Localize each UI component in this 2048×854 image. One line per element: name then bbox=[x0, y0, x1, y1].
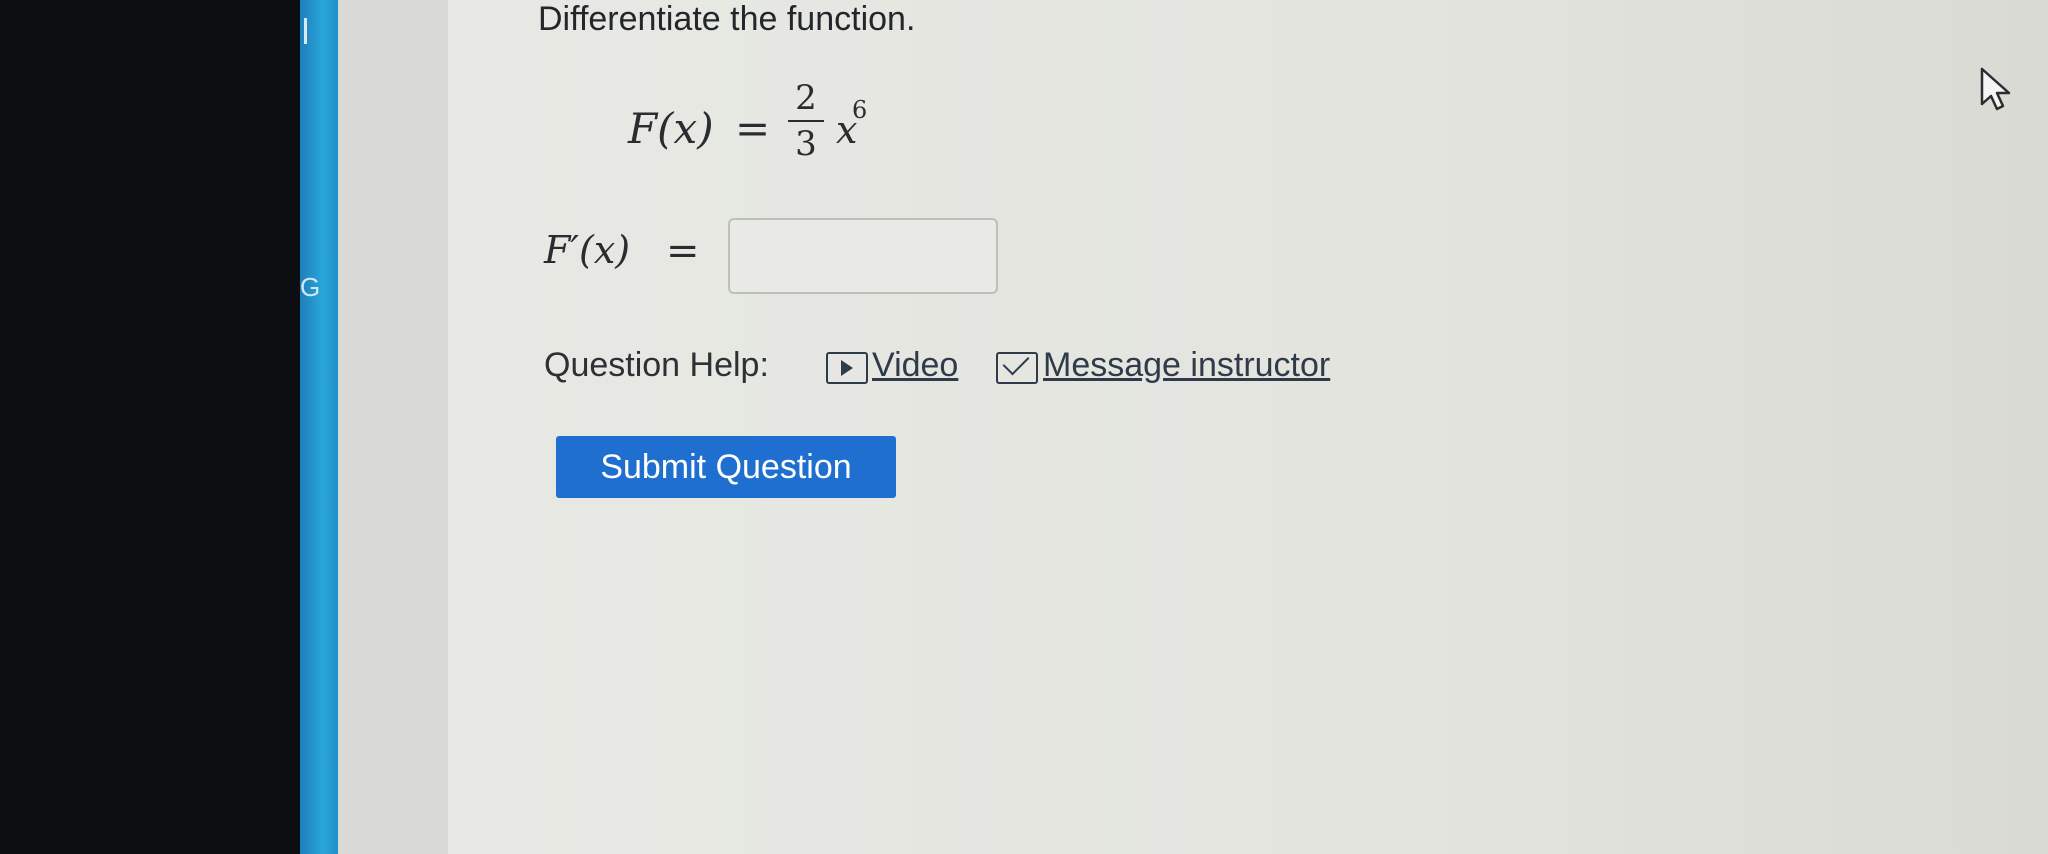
side-strip bbox=[300, 0, 338, 854]
exponent: 6 bbox=[852, 96, 868, 124]
derivative-equals-sign: = bbox=[666, 228, 700, 274]
strip-letter: G bbox=[300, 272, 321, 302]
fraction: 2 3 bbox=[788, 80, 824, 162]
message-instructor-link[interactable]: Message instructor bbox=[1043, 346, 1330, 385]
answer-input[interactable] bbox=[728, 218, 998, 294]
strip-marker bbox=[304, 18, 307, 44]
question-prompt: Differentiate the function. bbox=[538, 0, 916, 38]
play-icon[interactable] bbox=[826, 352, 868, 384]
equals-sign: = bbox=[735, 104, 771, 153]
background-dark-area bbox=[0, 0, 308, 854]
mail-icon[interactable] bbox=[996, 352, 1038, 384]
submit-question-button[interactable]: Submit Question bbox=[556, 436, 896, 498]
question-help-label: Question Help: bbox=[544, 346, 769, 384]
fraction-bar bbox=[788, 120, 824, 122]
fraction-denominator: 3 bbox=[795, 124, 817, 164]
fraction-numerator: 2 bbox=[795, 78, 817, 118]
left-panel bbox=[338, 0, 450, 854]
function-lhs: F(x) bbox=[628, 104, 714, 153]
derivative-lhs: F′(x) bbox=[544, 228, 631, 272]
video-link[interactable]: Video bbox=[872, 346, 958, 385]
cursor-icon bbox=[1980, 67, 2011, 111]
